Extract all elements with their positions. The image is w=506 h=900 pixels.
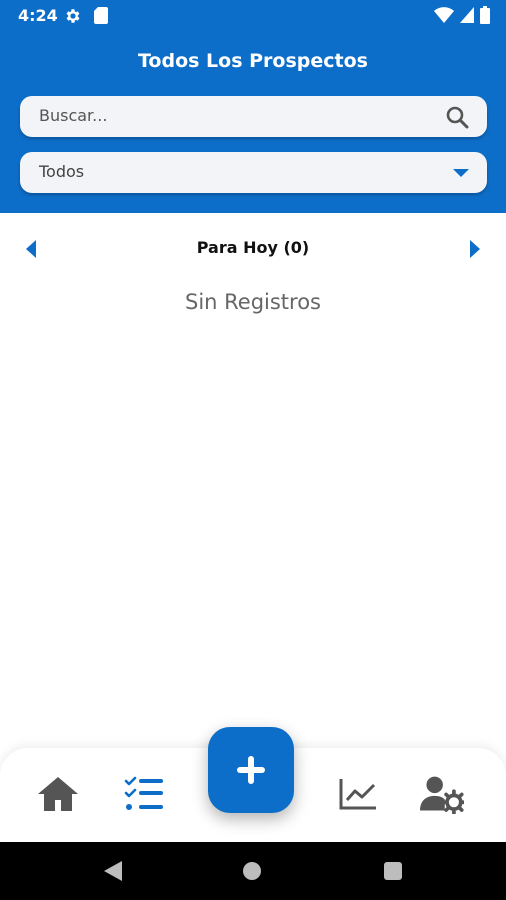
status-bar: 4:24 bbox=[0, 0, 506, 32]
battery-icon bbox=[480, 6, 490, 24]
nav-home-button[interactable] bbox=[36, 772, 80, 816]
nav-checklist-button[interactable] bbox=[122, 772, 166, 816]
nav-statistics-button[interactable] bbox=[336, 772, 380, 816]
search-placeholder: Buscar... bbox=[39, 106, 108, 125]
page-title: Todos Los Prospectos bbox=[137, 50, 368, 72]
home-circle-icon[interactable] bbox=[243, 862, 261, 880]
signal-icon bbox=[460, 7, 474, 23]
wifi-icon bbox=[434, 7, 454, 23]
empty-state-text: Sin Registros bbox=[184, 290, 322, 314]
user-settings-icon bbox=[420, 776, 464, 814]
system-navigation-bar bbox=[0, 842, 506, 900]
home-icon bbox=[38, 777, 78, 811]
add-prospect-button[interactable] bbox=[208, 727, 294, 813]
back-icon[interactable] bbox=[104, 861, 122, 881]
filter-dropdown[interactable]: Todos bbox=[20, 152, 487, 193]
search-icon[interactable] bbox=[445, 105, 469, 129]
plus-icon bbox=[237, 756, 265, 784]
search-input[interactable]: Buscar... bbox=[20, 96, 487, 137]
status-time: 4:24 bbox=[18, 6, 58, 25]
chevron-down-icon bbox=[453, 169, 469, 177]
checklist-icon bbox=[124, 776, 163, 810]
recents-icon[interactable] bbox=[384, 862, 402, 880]
next-day-button[interactable] bbox=[468, 238, 482, 260]
nav-user-settings-button[interactable] bbox=[420, 772, 464, 816]
day-title: Para Hoy (0) bbox=[196, 238, 310, 257]
gear-icon bbox=[66, 9, 80, 23]
sd-card-icon bbox=[94, 7, 108, 24]
filter-selected-value: Todos bbox=[39, 162, 85, 181]
chart-line-icon bbox=[339, 779, 376, 810]
